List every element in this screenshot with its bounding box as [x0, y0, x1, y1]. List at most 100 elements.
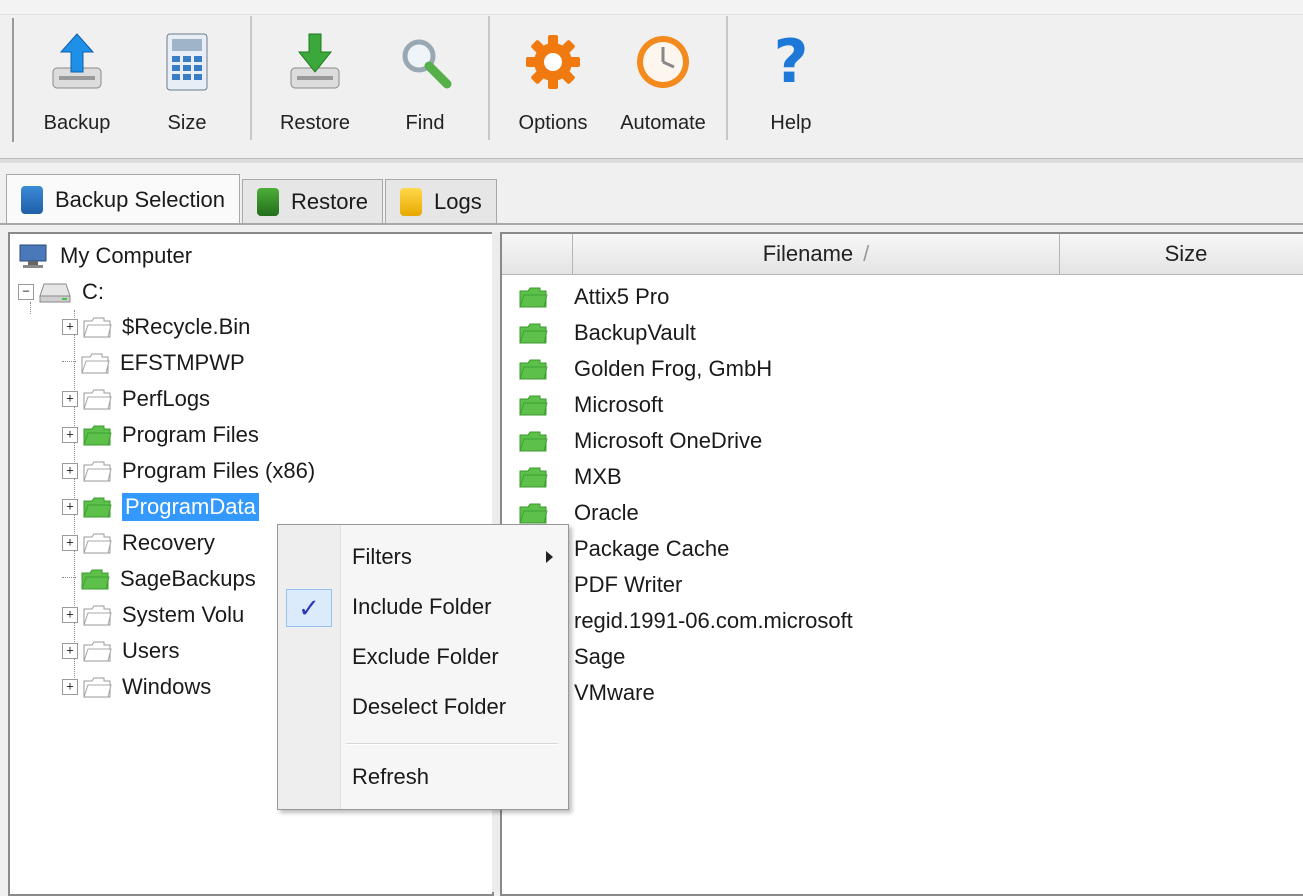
tree-node-label: Program Files (x86) [122, 458, 316, 483]
folder-icon [519, 503, 548, 524]
file-row[interactable]: MXB [518, 460, 622, 494]
tree-node[interactable]: + $Recycle.Bin [62, 310, 250, 344]
filename-cell: PDF Writer [574, 572, 683, 597]
tree-node-label: C: [82, 279, 104, 304]
size-button[interactable]: Size [132, 16, 242, 140]
calculator-icon [155, 30, 219, 94]
column-header-size[interactable]: Size [1060, 234, 1303, 274]
tree-node[interactable]: EFSTMPWP [62, 346, 245, 380]
folder-icon [519, 467, 548, 488]
tree-node-my-computer[interactable]: My Computer [18, 240, 192, 272]
folder-icon [83, 425, 112, 446]
database-icon [257, 188, 279, 216]
file-row[interactable]: Golden Frog, GmbH [518, 352, 772, 386]
expand-toggle[interactable]: + [62, 499, 78, 515]
expand-toggle[interactable]: + [62, 607, 78, 623]
tree-node-label: PerfLogs [122, 386, 211, 411]
toolbar-group-options: Options Automate [490, 16, 728, 140]
menu-item-deselect-folder[interactable]: Deselect Folder [278, 687, 568, 727]
menu-item-include-folder[interactable]: ✓ Include Folder [278, 587, 568, 627]
help-button-label: Help [770, 112, 812, 134]
menu-item-refresh[interactable]: Refresh [278, 757, 568, 797]
restore-button-label: Restore [279, 112, 351, 134]
collapse-toggle[interactable]: − [18, 284, 34, 300]
menu-item-filters[interactable]: Filters [278, 537, 568, 577]
grid-header: Filename / Size [502, 234, 1303, 275]
tab-logs[interactable]: Logs [385, 179, 497, 224]
tree-node[interactable]: + Recovery [62, 526, 215, 560]
folder-icon [83, 677, 112, 698]
tree-node[interactable]: SageBackups [62, 562, 256, 596]
restore-button[interactable]: Restore [260, 16, 370, 140]
file-row[interactable]: Microsoft OneDrive [518, 424, 762, 458]
help-button[interactable]: ? Help [736, 16, 846, 140]
context-menu: Filters ✓ Include Folder Exclude Folder … [277, 524, 569, 810]
filename-cell: Golden Frog, GmbH [574, 356, 773, 381]
expand-toggle[interactable]: + [62, 391, 78, 407]
computer-icon [19, 244, 47, 268]
filename-cell: VMware [574, 680, 655, 705]
expand-toggle[interactable]: + [62, 427, 78, 443]
tree-node-label: Windows [122, 674, 212, 699]
filename-cell: Package Cache [574, 536, 730, 561]
folder-icon [83, 533, 112, 554]
expand-toggle[interactable]: + [62, 535, 78, 551]
filename-cell: MXB [574, 464, 622, 489]
menu-item-label: Refresh [352, 764, 430, 789]
tree-node-label: SageBackups [120, 566, 256, 591]
submenu-arrow-icon [546, 551, 553, 563]
menu-item-label: Include Folder [352, 594, 492, 619]
magnifier-icon [393, 30, 457, 94]
folder-icon [83, 389, 112, 410]
tree-node-label: Program Files [122, 422, 259, 447]
column-header-select[interactable] [502, 234, 573, 274]
tree-node-drive-c[interactable]: − C: [18, 276, 104, 308]
backup-button[interactable]: Backup [22, 16, 132, 140]
folder-icon [81, 569, 110, 590]
tree-node-label: Recovery [122, 530, 215, 555]
tree-node[interactable]: + System Volu [62, 598, 244, 632]
menu-item-exclude-folder[interactable]: Exclude Folder [278, 637, 568, 677]
drive-icon [39, 283, 71, 303]
folder-icon [519, 395, 548, 416]
tree-node[interactable]: + Users [62, 634, 179, 668]
find-button-label: Find [405, 112, 445, 134]
filename-cell: BackupVault [574, 320, 696, 345]
folder-icon [519, 359, 548, 380]
expand-toggle[interactable]: + [62, 319, 78, 335]
tab-backup-selection[interactable]: Backup Selection [6, 174, 240, 225]
folder-icon [83, 317, 112, 338]
expand-toggle[interactable]: + [62, 643, 78, 659]
automate-button[interactable]: Automate [608, 16, 718, 140]
expand-toggle[interactable]: + [62, 463, 78, 479]
tab-restore[interactable]: Restore [242, 179, 384, 224]
file-row[interactable]: BackupVault [518, 316, 696, 350]
file-row[interactable]: Microsoft [518, 388, 663, 422]
tree-node-label: System Volu [122, 602, 245, 627]
tree-node[interactable]: + PerfLogs [62, 382, 210, 416]
log-icon [400, 188, 423, 216]
tree-node[interactable]: + ProgramData [62, 490, 259, 524]
tree-node[interactable]: + Program Files [62, 418, 259, 452]
options-button-label: Options [518, 112, 588, 134]
menu-separator [346, 743, 558, 745]
tab-logs-label: Logs [434, 189, 482, 214]
tree-node[interactable]: + Program Files (x86) [62, 454, 315, 488]
tree-node-label: EFSTMPWP [120, 350, 245, 375]
filename-cell: Microsoft [574, 392, 664, 417]
file-row[interactable]: Attix5 Pro [518, 280, 669, 314]
options-button[interactable]: Options [498, 16, 608, 140]
filename-cell: Microsoft OneDrive [574, 428, 763, 453]
tree-node-label: My Computer [60, 243, 193, 268]
find-button[interactable]: Find [370, 16, 480, 140]
tree-node[interactable]: + Windows [62, 670, 211, 704]
column-header-filename[interactable]: Filename / [573, 234, 1060, 274]
toolbar-group-help: ? Help [728, 16, 854, 140]
folder-icon [519, 323, 548, 344]
window-top-strip [0, 0, 1303, 15]
tab-restore-label: Restore [291, 189, 369, 214]
file-list[interactable]: Filename / Size Attix5 Pro BackupVault Gol… [500, 232, 1303, 896]
tree-node-label: Users [122, 638, 180, 663]
tree-connector [62, 354, 76, 362]
expand-toggle[interactable]: + [62, 679, 78, 695]
